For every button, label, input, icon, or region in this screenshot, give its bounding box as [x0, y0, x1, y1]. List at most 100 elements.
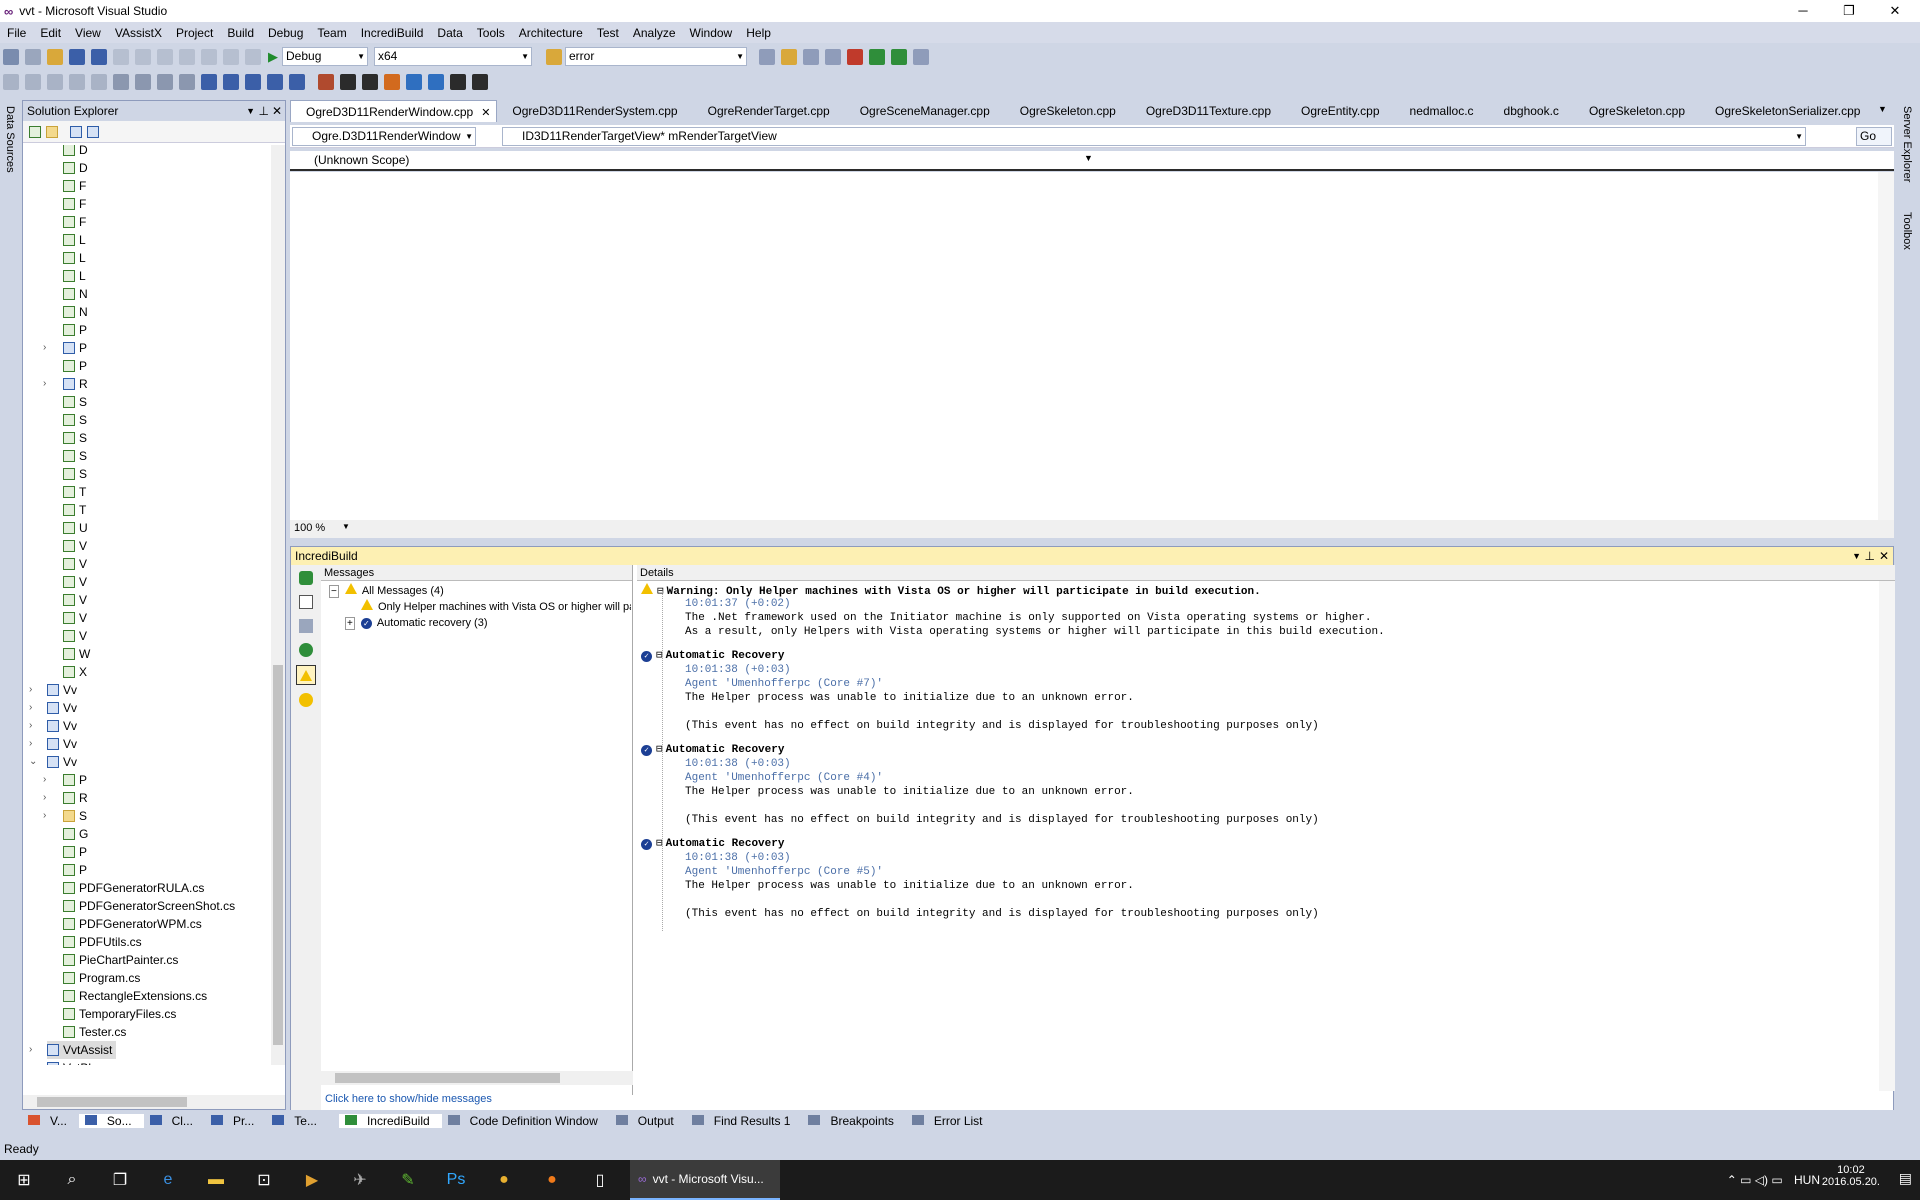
tree-file-item[interactable]: N [63, 285, 88, 303]
tree-folder-item[interactable]: › S [43, 807, 87, 825]
bottom-tab[interactable]: Find Results 1 [686, 1114, 803, 1128]
view-class-diagram-icon[interactable] [87, 126, 100, 138]
tree-file-item[interactable]: Tester.cs [63, 1023, 126, 1041]
member-select[interactable]: ID3D11RenderTargetView* mRenderTargetVie… [502, 127, 1806, 146]
notifications-icon[interactable]: ▤ [1899, 1170, 1912, 1187]
tree-project-item[interactable]: ⌄ Vv [29, 753, 77, 771]
taskbar-vs-button[interactable]: ∞ vvt - Microsoft Visu... [630, 1160, 780, 1200]
document-tab[interactable]: OgreD3D11Texture.cpp [1131, 100, 1286, 122]
toolbar-icon[interactable] [25, 73, 41, 90]
tree-file-item[interactable]: S [63, 411, 87, 429]
search-icon[interactable]: ⌕ [48, 1160, 96, 1200]
vassistx-find-icon[interactable] [428, 73, 444, 90]
toolbar-icon[interactable] [3, 73, 19, 90]
tree-file-item[interactable]: PDFGeneratorRULA.cs [63, 879, 204, 897]
tree-project-item[interactable]: › Vv [29, 717, 77, 735]
tree-project-item[interactable]: › Vv [29, 681, 77, 699]
close-icon[interactable]: ✕ [1879, 547, 1889, 565]
bookmark-clear-icon[interactable] [267, 73, 283, 90]
find-icon[interactable] [546, 48, 562, 65]
document-tab[interactable]: OgreD3D11RenderWindow.cpp ✕ [290, 100, 498, 122]
tree-project-item-selected[interactable]: › VvtAssist [29, 1041, 117, 1059]
zoom-dropdown-icon[interactable]: ▼ [342, 522, 350, 531]
config-select[interactable]: Debug ▼ [282, 47, 368, 66]
expand-arrow-icon[interactable]: › [29, 717, 32, 735]
messages-horizontal-scrollbar[interactable] [321, 1071, 633, 1085]
bottom-tab[interactable]: IncrediBuild [338, 1114, 442, 1128]
tree-project-item[interactable]: › Vv [29, 735, 77, 753]
menu-item[interactable]: Test [590, 26, 626, 40]
show-all-files-icon[interactable] [46, 126, 59, 138]
toolbar-icon[interactable] [69, 73, 85, 90]
tree-file-item[interactable]: S [63, 447, 87, 465]
panel-tab[interactable]: Pr... [205, 1114, 266, 1128]
restore-button[interactable]: ❐ [1826, 0, 1872, 22]
menu-item[interactable]: Window [683, 26, 740, 40]
editor-vertical-scrollbar[interactable] [1878, 172, 1894, 522]
document-tab[interactable]: OgreRenderTarget.cpp [693, 100, 845, 122]
server-explorer-tab[interactable]: Server Explorer [1901, 106, 1913, 182]
toolbox-icon[interactable] [825, 48, 841, 65]
message-tree-item[interactable]: − All Messages (4) [329, 583, 631, 599]
pin-icon[interactable]: ⊥ [1865, 547, 1875, 565]
tree-file-item[interactable]: V [63, 573, 87, 591]
expand-arrow-icon[interactable]: › [43, 789, 46, 807]
collapse-arrow-icon[interactable]: ⌄ [29, 753, 37, 771]
undo-icon[interactable] [179, 48, 195, 65]
copy-icon[interactable] [135, 48, 151, 65]
tree-file-item[interactable]: F [63, 213, 86, 231]
vassistx-refactor-icon[interactable] [384, 73, 400, 90]
toggle-messages-link[interactable]: Click here to show/hide messages [325, 1093, 492, 1105]
start-button[interactable]: ⊞ [0, 1160, 48, 1200]
vassistx-icon[interactable] [318, 73, 334, 90]
tree-file-item[interactable]: › R [43, 375, 88, 393]
message-tree-item[interactable]: Only Helper machines with Vista OS or hi… [361, 599, 631, 615]
tree-file-item[interactable]: V [63, 609, 87, 627]
refresh-icon[interactable] [69, 126, 82, 138]
unknown-scope-label[interactable]: (Unknown Scope) [314, 153, 409, 167]
tree-file-item[interactable]: L [63, 231, 86, 249]
expand-arrow-icon[interactable]: › [43, 375, 46, 393]
horizontal-scrollbar[interactable] [23, 1095, 285, 1109]
bookmark-prev-icon[interactable] [223, 73, 239, 90]
tree-file-item[interactable]: PieChartPainter.cs [63, 951, 178, 969]
incredibuild-rebuild-icon[interactable] [891, 48, 907, 65]
panel-tab[interactable]: V... [22, 1114, 79, 1128]
incredibuild-build-icon[interactable] [869, 48, 885, 65]
tree-file-item[interactable]: V [63, 555, 87, 573]
tree-file-item[interactable]: V [63, 627, 87, 645]
redo-icon[interactable] [201, 48, 217, 65]
bottom-tab[interactable]: Output [610, 1114, 686, 1128]
open-file-icon[interactable] [47, 48, 63, 65]
tree-file-item[interactable]: T [63, 483, 86, 501]
photoshop-icon[interactable]: Ps [432, 1160, 480, 1200]
details-vertical-scrollbar[interactable] [1879, 581, 1895, 1091]
vassistx-list-icon[interactable] [362, 73, 378, 90]
close-icon[interactable]: ✕ [272, 101, 282, 121]
warning-filter-icon[interactable] [296, 665, 316, 685]
bottom-tab[interactable]: Error List [906, 1114, 995, 1128]
tree-folder-item[interactable]: G [63, 825, 88, 843]
dropdown-icon[interactable]: ▼ [1852, 547, 1861, 565]
scope-dropdown-icon[interactable]: ▼ [1084, 153, 1093, 163]
solution-explorer-icon[interactable] [759, 48, 775, 65]
tree-project-item[interactable]: VvtBl [47, 1059, 91, 1065]
success-filter-icon[interactable] [299, 643, 313, 657]
media-player-icon[interactable]: ▶ [288, 1160, 336, 1200]
expand-arrow-icon[interactable]: › [43, 807, 46, 825]
outdent-icon[interactable] [135, 73, 151, 90]
expand-icon[interactable]: + [345, 617, 355, 630]
bookmark-icon[interactable] [201, 73, 217, 90]
menu-item[interactable]: Debug [261, 26, 310, 40]
find-combo[interactable]: error ▼ [565, 47, 747, 66]
bottom-tab[interactable]: Code Definition Window [442, 1114, 610, 1128]
menu-item[interactable]: VAssistX [108, 26, 169, 40]
tab-overflow-icon[interactable]: ▼ [1878, 104, 1887, 114]
expand-arrow-icon[interactable]: › [43, 771, 46, 789]
new-project-icon[interactable] [3, 48, 19, 65]
indent-icon[interactable] [113, 73, 129, 90]
info-filter-icon[interactable] [299, 693, 313, 707]
save-all-icon[interactable] [91, 48, 107, 65]
chrome-icon[interactable]: ● [480, 1160, 528, 1200]
build-monitor-icon[interactable] [299, 571, 313, 585]
